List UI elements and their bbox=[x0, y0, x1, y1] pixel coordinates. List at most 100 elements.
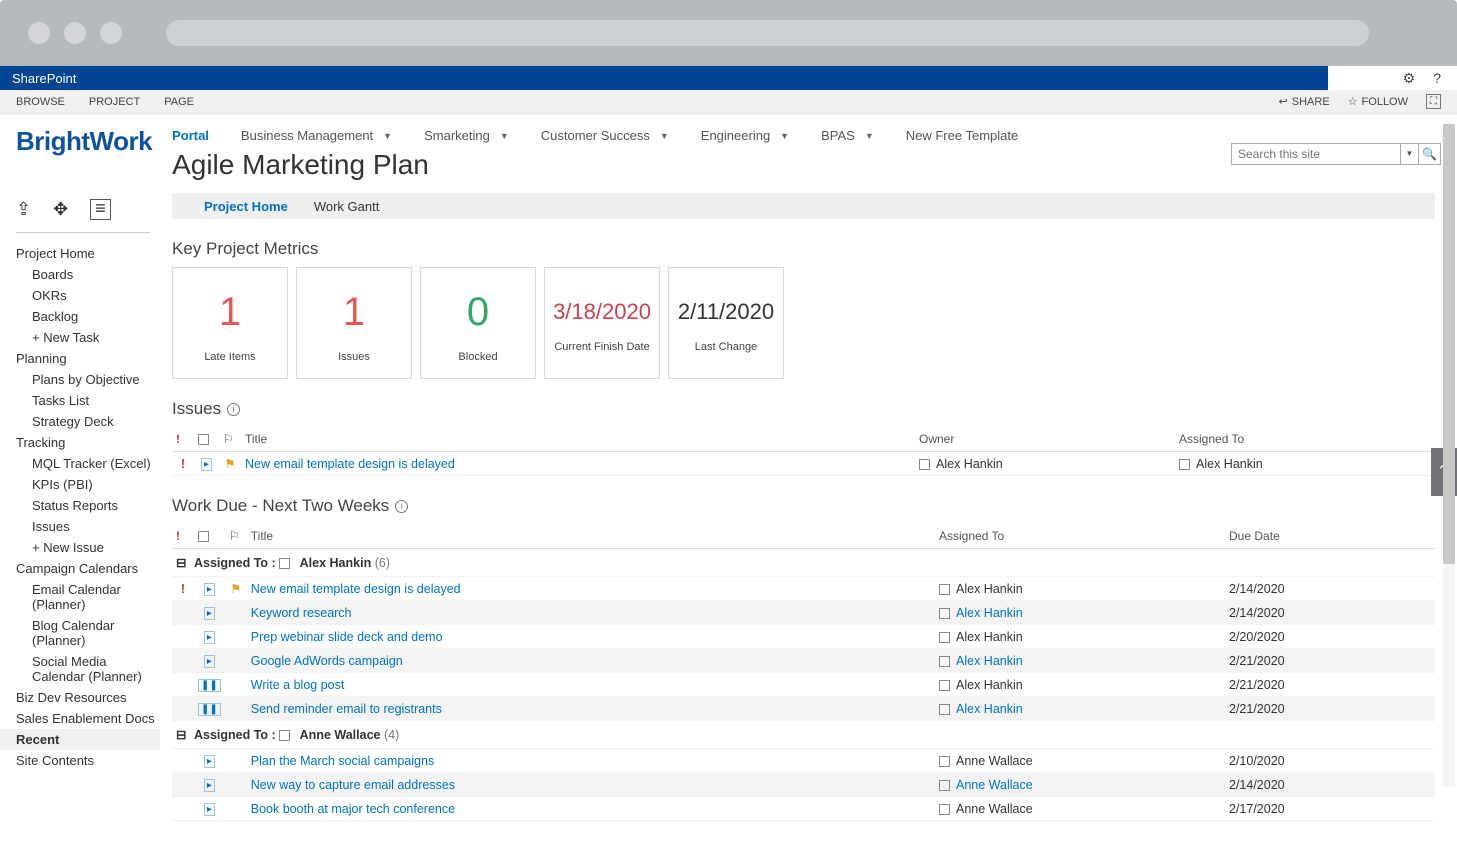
work-title-link[interactable]: New way to capture email addresses bbox=[251, 778, 455, 792]
move-icon[interactable]: ✥ bbox=[53, 199, 68, 220]
col-title[interactable]: Title bbox=[241, 427, 915, 452]
checkbox[interactable] bbox=[939, 804, 950, 815]
checkbox[interactable] bbox=[919, 459, 930, 470]
item-menu-icon[interactable]: ▸ bbox=[204, 803, 215, 816]
nav-item[interactable]: MQL Tracker (Excel) bbox=[16, 453, 160, 474]
checkbox[interactable] bbox=[939, 756, 950, 767]
topnav-item[interactable]: Smarketing▼ bbox=[424, 128, 509, 143]
assigned-link[interactable]: Alex Hankin bbox=[956, 606, 1023, 620]
item-menu-icon[interactable]: ▸ bbox=[204, 607, 215, 620]
assigned-link[interactable]: Anne Wallace bbox=[956, 778, 1033, 792]
work-title-link[interactable]: New email template design is delayed bbox=[251, 582, 461, 596]
item-menu-icon[interactable]: ▸ bbox=[204, 755, 215, 768]
nav-item[interactable]: Email Calendar (Planner) bbox=[16, 579, 160, 615]
topnav-item[interactable]: Customer Success▼ bbox=[541, 128, 669, 143]
work-title-link[interactable]: Google AdWords campaign bbox=[251, 654, 403, 668]
item-menu-icon[interactable]: ▸ bbox=[201, 458, 212, 471]
work-title-link[interactable]: Book booth at major tech conference bbox=[251, 802, 455, 816]
url-bar[interactable] bbox=[166, 20, 1369, 46]
ribbon-tab[interactable]: BROWSE bbox=[16, 96, 65, 108]
table-row[interactable]: ▸Keyword researchAlex Hankin2/14/2020 bbox=[172, 601, 1435, 625]
focus-icon[interactable]: ⛶ bbox=[1426, 94, 1441, 109]
work-title-link[interactable]: Send reminder email to registrants bbox=[251, 702, 442, 716]
work-title-link[interactable]: Write a blog post bbox=[251, 678, 345, 692]
page-icon[interactable]: ≡ bbox=[90, 199, 111, 220]
topnav-item[interactable]: BPAS▼ bbox=[821, 128, 874, 143]
table-row[interactable]: ▸ New way to capture email addresses Anne … bbox=[172, 773, 1435, 797]
nav-item[interactable]: + New Issue bbox=[16, 537, 160, 558]
group-header[interactable]: ⊟ Assigned To : Alex Hankin (6) bbox=[172, 549, 1435, 577]
nav-heading[interactable]: Tracking bbox=[16, 432, 160, 453]
brand-logo[interactable]: BrightWork bbox=[16, 126, 152, 181]
checkbox[interactable] bbox=[939, 632, 950, 643]
topnav-item[interactable]: Portal bbox=[172, 128, 209, 143]
nav-heading[interactable]: Project Home bbox=[16, 243, 160, 264]
checkbox[interactable] bbox=[279, 558, 290, 569]
col-check[interactable] bbox=[194, 524, 225, 549]
assigned-link[interactable]: Alex Hankin bbox=[956, 654, 1023, 668]
nav-item[interactable]: Social Media Calendar (Planner) bbox=[16, 651, 160, 687]
nav-heading[interactable]: Campaign Calendars bbox=[16, 558, 160, 579]
info-icon[interactable]: i bbox=[227, 403, 240, 416]
nav-item[interactable]: Status Reports bbox=[16, 495, 160, 516]
info-icon[interactable]: i bbox=[395, 500, 408, 513]
work-title-link[interactable]: Prep webinar slide deck and demo bbox=[251, 630, 443, 644]
item-menu-icon[interactable]: ▸ bbox=[204, 631, 215, 644]
col-assigned[interactable]: Assigned To bbox=[1175, 427, 1435, 452]
checkbox[interactable] bbox=[1179, 459, 1190, 470]
help-icon[interactable]: ? bbox=[1433, 70, 1441, 86]
col-check[interactable] bbox=[194, 427, 219, 452]
scrollbar[interactable] bbox=[1443, 124, 1455, 787]
collapse-icon[interactable]: ⊟ bbox=[176, 728, 186, 742]
follow-button[interactable]: ☆ FOLLOW bbox=[1348, 95, 1408, 108]
item-menu-icon[interactable]: ▸ bbox=[204, 655, 215, 668]
checkbox[interactable] bbox=[939, 780, 950, 791]
nav-item[interactable]: Tasks List bbox=[16, 390, 160, 411]
item-pause-icon[interactable]: ❚❚ bbox=[198, 679, 221, 692]
checkbox[interactable] bbox=[939, 656, 950, 667]
nav-item[interactable]: Issues bbox=[16, 516, 160, 537]
topnav-item[interactable]: New Free Template bbox=[906, 128, 1018, 143]
scrollbar-thumb[interactable] bbox=[1443, 124, 1455, 564]
nav-item[interactable]: Blog Calendar (Planner) bbox=[16, 615, 160, 651]
search-scope-dropdown[interactable]: ▼ bbox=[1401, 143, 1419, 165]
assigned-link[interactable]: Alex Hankin bbox=[956, 702, 1023, 716]
nav-heading[interactable]: Planning bbox=[16, 348, 160, 369]
nav-item[interactable]: KPIs (PBI) bbox=[16, 474, 160, 495]
table-row[interactable]: ❚❚Write a blog postAlex Hankin2/21/2020 bbox=[172, 673, 1435, 697]
share-button[interactable]: ↩ SHARE bbox=[1279, 95, 1330, 108]
table-row[interactable]: ▸Plan the March social campaignsAnne Wal… bbox=[172, 749, 1435, 773]
col-owner[interactable]: Owner bbox=[915, 427, 1175, 452]
nav-item[interactable]: Site Contents bbox=[16, 750, 160, 771]
item-menu-icon[interactable]: ▸ bbox=[204, 779, 215, 792]
nav-item[interactable]: Sales Enablement Docs bbox=[16, 708, 160, 729]
checkbox[interactable] bbox=[939, 584, 950, 595]
search-icon[interactable]: 🔍 bbox=[1419, 143, 1441, 165]
ribbon-tab[interactable]: PAGE bbox=[164, 96, 194, 108]
group-header[interactable]: ⊟ Assigned To : Anne Wallace (4) bbox=[172, 721, 1435, 749]
nav-item[interactable]: OKRs bbox=[16, 285, 160, 306]
upload-icon[interactable]: ⇪ bbox=[16, 199, 31, 220]
table-row[interactable]: ▸Prep webinar slide deck and demoAlex Ha… bbox=[172, 625, 1435, 649]
issue-title-link[interactable]: New email template design is delayed bbox=[245, 457, 455, 471]
topnav-item[interactable]: Business Management▼ bbox=[241, 128, 392, 143]
suite-title[interactable]: SharePoint bbox=[0, 66, 1328, 90]
nav-item[interactable]: Plans by Objective bbox=[16, 369, 160, 390]
col-title[interactable]: Title bbox=[247, 524, 935, 549]
topnav-item[interactable]: Engineering▼ bbox=[701, 128, 789, 143]
table-row[interactable]: !▸⚑New email template design is delayedA… bbox=[172, 452, 1435, 476]
nav-item[interactable]: + New Task bbox=[16, 327, 160, 348]
collapse-icon[interactable]: ⊟ bbox=[176, 556, 186, 570]
search-input[interactable] bbox=[1231, 143, 1401, 165]
nav-item-selected[interactable]: Recent bbox=[0, 729, 160, 750]
nav-item[interactable]: Boards bbox=[16, 264, 160, 285]
nav-item[interactable]: Backlog bbox=[16, 306, 160, 327]
work-title-link[interactable]: Keyword research bbox=[251, 606, 352, 620]
table-row[interactable]: ▸Google AdWords campaignAlex Hankin2/21/… bbox=[172, 649, 1435, 673]
item-menu-icon[interactable]: ▸ bbox=[204, 583, 215, 596]
page-tab[interactable]: Work Gantt bbox=[314, 199, 380, 214]
checkbox[interactable] bbox=[939, 704, 950, 715]
item-pause-icon[interactable]: ❚❚ bbox=[198, 703, 221, 716]
work-title-link[interactable]: Plan the March social campaigns bbox=[251, 754, 434, 768]
checkbox[interactable] bbox=[939, 608, 950, 619]
